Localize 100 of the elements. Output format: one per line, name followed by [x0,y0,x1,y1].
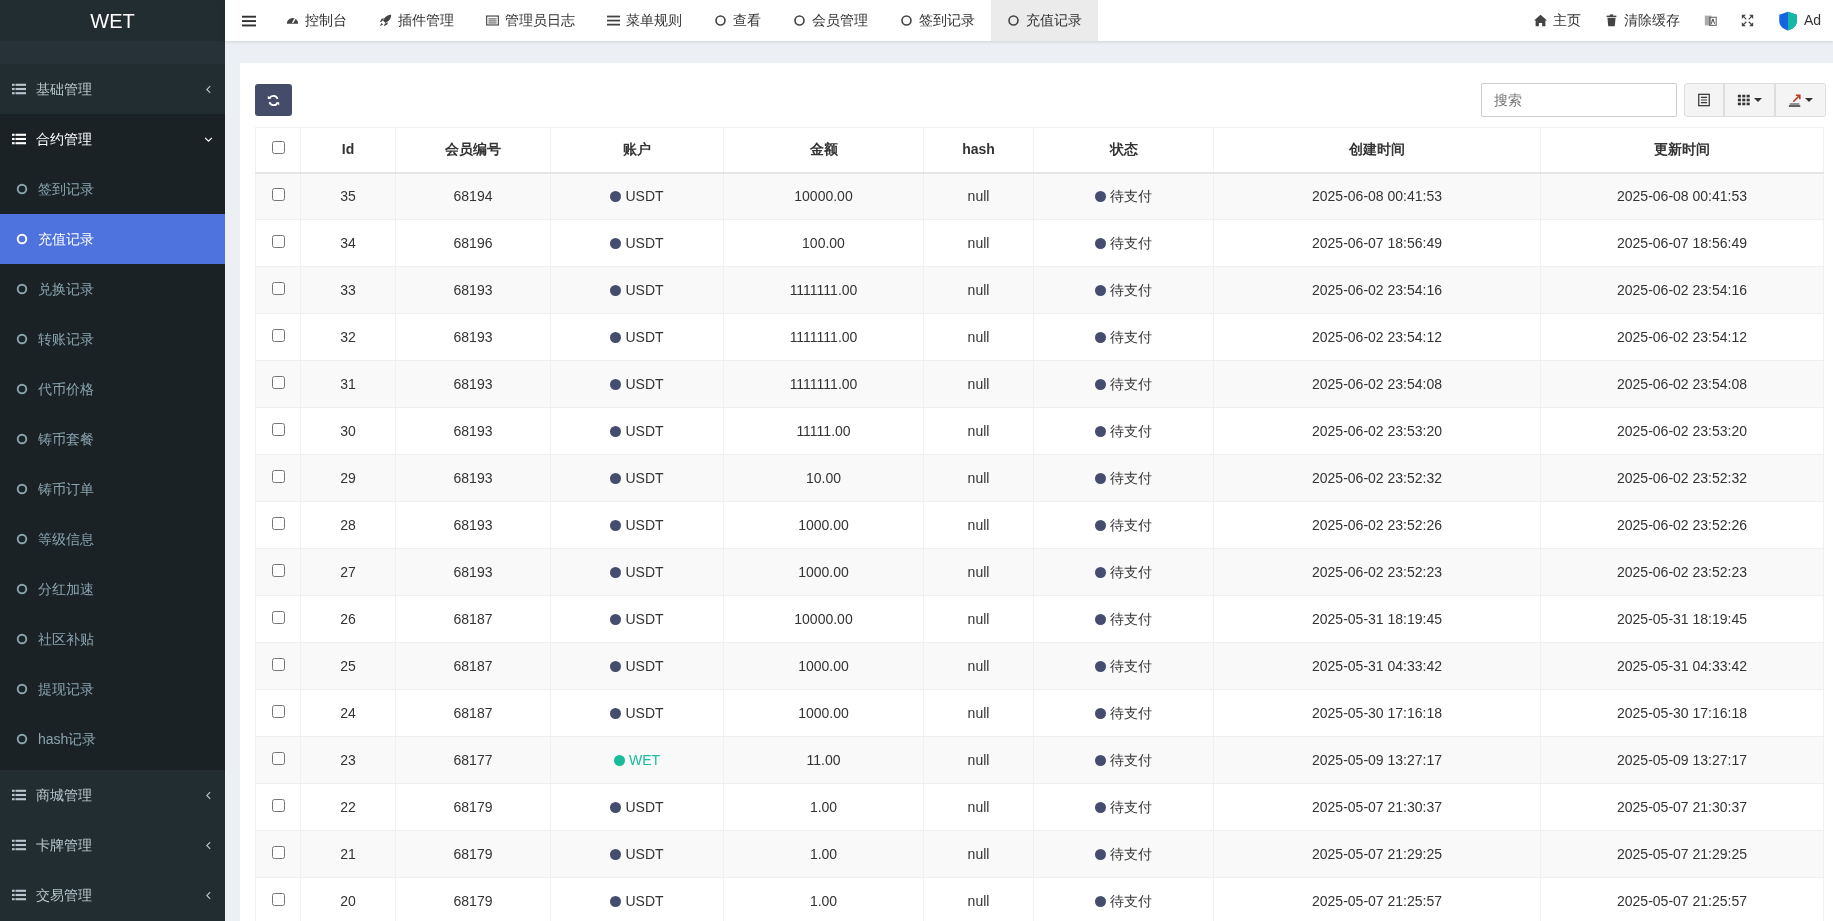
status-text: 待支付 [1110,422,1152,439]
table-cell: 2025-06-02 23:54:08 [1213,360,1541,408]
nav-tab[interactable]: 管理员日志 [470,0,591,41]
table-cell: 25 [300,642,396,690]
nav-tab[interactable]: 充值记录 [991,0,1098,41]
status-text: 待支付 [1110,563,1152,580]
account-text: USDT [625,563,664,580]
sidebar-submenu-item[interactable]: 代币价格 [0,364,225,414]
table-cell: null [923,454,1034,502]
caret-icon [1805,96,1813,104]
table-cell: null [923,219,1034,267]
table-cell: 2025-06-07 18:56:49 [1213,219,1541,267]
table-cell: 27 [300,548,396,596]
row-checkbox[interactable] [271,516,285,530]
row-checkbox[interactable] [271,610,285,624]
row-checkbox[interactable] [271,892,285,906]
row-checkbox[interactable] [271,234,285,248]
sidebar-submenu-item[interactable]: 转账记录 [0,314,225,364]
table-cell: 30 [300,407,396,455]
table-cell: null [923,830,1034,878]
nav-tab[interactable]: 菜单规则 [591,0,698,41]
table-cell: 2025-05-31 04:33:42 [1213,642,1541,690]
table-cell: null [923,266,1034,314]
row-checkbox[interactable] [271,469,285,483]
sidebar-submenu-item[interactable]: 提现记录 [0,664,225,714]
table-cell: null [923,407,1034,455]
column-header: 更新时间 [1540,127,1824,173]
sidebar-submenu-item[interactable]: 分红加速 [0,564,225,614]
clear-cache-button[interactable]: 清除缓存 [1592,0,1692,41]
toggle-view-button[interactable] [1684,83,1724,117]
circle-icon [900,14,913,27]
sidebar-submenu-item[interactable]: 兑换记录 [0,264,225,314]
home-icon [1533,14,1547,27]
table-cell: 68187 [395,689,551,737]
circle-icon [16,633,28,645]
circle-icon [16,333,28,345]
row-checkbox[interactable] [271,845,285,859]
circle-icon [16,483,28,495]
user-menu[interactable]: Ad [1765,0,1833,41]
table-cell: 68193 [395,266,551,314]
table-cell: 10000.00 [723,172,924,220]
fullscreen-icon [1740,14,1754,27]
sidebar-submenu-item[interactable]: 社区补贴 [0,614,225,664]
table-cell: null [923,642,1034,690]
nav-tab[interactable]: 签到记录 [884,0,991,41]
sidebar-submenu-item[interactable]: hash记录 [0,714,225,764]
row-checkbox[interactable] [271,657,285,671]
nav-tab[interactable]: 会员管理 [777,0,884,41]
status-text: 待支付 [1110,281,1152,298]
chevron-left-icon [204,84,213,94]
chevron-left-icon [204,840,213,850]
table-cell: null [923,313,1034,361]
home-link[interactable]: 主页 [1521,0,1593,41]
row-checkbox[interactable] [271,281,285,295]
table-cell: 1111111.00 [723,266,924,314]
table-cell: 2025-05-07 21:29:25 [1213,830,1541,878]
table-cell: 35 [300,172,396,220]
table-cell: 10.00 [723,454,924,502]
sidebar-submenu-item[interactable]: 签到记录 [0,164,225,214]
status-text: 待支付 [1110,328,1152,345]
row-checkbox[interactable] [271,375,285,389]
nav-tab[interactable]: 控制台 [270,0,363,41]
status-text: 待支付 [1110,234,1152,251]
table-cell: 68193 [395,360,551,408]
column-header: 金额 [723,127,924,173]
column-header: Id [300,127,396,173]
grid-icon [1737,93,1751,107]
export-dropdown-button[interactable] [1775,83,1826,117]
nav-tab[interactable]: 查看 [698,0,777,41]
refresh-button[interactable] [255,84,292,116]
list-view-icon [1697,93,1711,107]
row-checkbox[interactable] [271,704,285,718]
table-cell: 2025-06-02 23:52:23 [1540,548,1824,596]
row-checkbox[interactable] [271,328,285,342]
table-cell: 10000.00 [723,595,924,643]
sidebar-menu-item[interactable]: 合约管理 [0,114,225,164]
row-checkbox[interactable] [271,751,285,765]
chevron-left-icon [204,790,213,800]
circle-icon [16,183,28,195]
row-checkbox[interactable] [271,422,285,436]
table-cell: 28 [300,501,396,549]
row-checkbox[interactable] [271,187,285,201]
nav-tab[interactable]: 插件管理 [363,0,470,41]
sidebar-submenu-item[interactable]: 铸币订单 [0,464,225,514]
columns-dropdown-button[interactable] [1724,83,1775,117]
row-checkbox[interactable] [271,798,285,812]
trash-icon [1604,14,1618,27]
column-header: 状态 [1033,127,1214,173]
table-cell: 2025-06-02 23:52:32 [1213,454,1541,502]
table-cell: 68193 [395,501,551,549]
row-checkbox[interactable] [271,563,285,577]
search-field[interactable]: 搜索 [1481,83,1677,117]
sidebar-submenu-item[interactable]: 充值记录 [0,214,225,264]
sidebar-submenu-item[interactable]: 等级信息 [0,514,225,564]
table-cell: 2025-06-02 23:54:12 [1540,313,1824,361]
circle-icon [16,733,28,745]
table-cell: 1000.00 [723,501,924,549]
select-all-checkbox[interactable] [271,141,285,155]
table-cell: 2025-06-02 23:53:20 [1213,407,1541,455]
sidebar-submenu-item[interactable]: 铸币套餐 [0,414,225,464]
